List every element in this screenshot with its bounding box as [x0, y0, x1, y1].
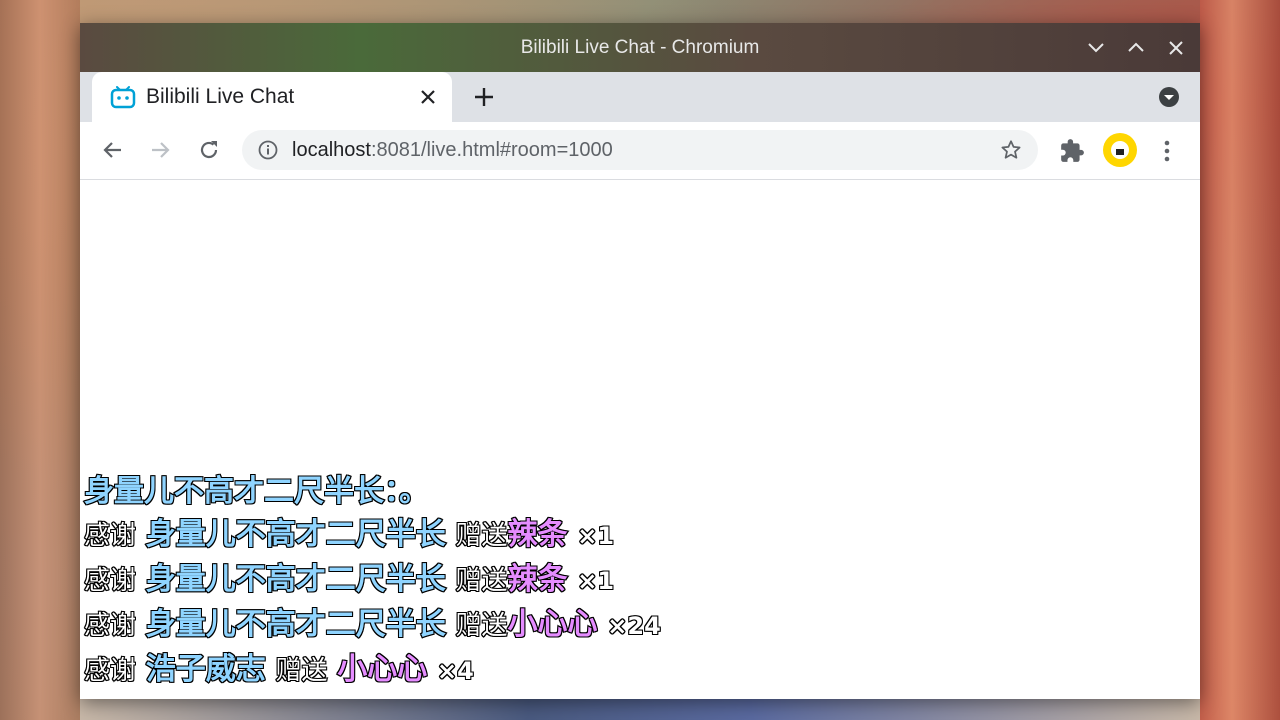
gift-count: ×1 [576, 521, 615, 551]
gift-username: 浩子威志 [145, 651, 267, 688]
new-tab-plus-icon[interactable] [472, 85, 496, 109]
close-icon [1169, 40, 1183, 55]
gift-username: 身量儿不高才二尺半长 [145, 606, 447, 643]
live-chat-feed: 身量儿不高才二尺半长：。 感谢 身量儿不高才二尺半长 赠送辣条 ×1 感谢 身量… [83, 470, 662, 693]
back-button[interactable] [99, 136, 127, 164]
desktop-wallpaper-bottom [80, 698, 1200, 720]
gift-thanks: 感谢 [83, 655, 137, 687]
browser-toolbar: localhost:8081/live.html#room=1000 [80, 122, 1200, 180]
browser-window: Bilibili Live Chat - Chromium Bilibili L… [80, 23, 1200, 699]
close-window-button[interactable] [1156, 23, 1196, 72]
gift-count: ×1 [576, 566, 615, 596]
gift-verb: 赠送 [275, 655, 329, 687]
kebab-menu-icon[interactable] [1156, 138, 1178, 164]
reload-icon [200, 141, 218, 159]
minimize-button[interactable] [1076, 23, 1116, 72]
gift-name: 小心心 [336, 651, 428, 688]
gift-line: 感谢 身量儿不高才二尺半长 赠送辣条 ×1 [83, 513, 661, 558]
page-content: 身量儿不高才二尺半长：。 感谢 身量儿不高才二尺半长 赠送辣条 ×1 感谢 身量… [80, 180, 1200, 699]
gift-name: 辣条 [507, 516, 569, 553]
site-info-icon[interactable] [258, 140, 278, 160]
gift-count: ×24 [606, 611, 661, 641]
desktop-wallpaper-right [1200, 0, 1280, 720]
url-text[interactable]: localhost:8081/live.html#room=1000 [292, 130, 613, 170]
gift-name: 小心心 [507, 606, 599, 643]
close-tab-icon[interactable] [418, 87, 438, 107]
gift-count: ×4 [436, 656, 475, 686]
desktop-wallpaper-left [0, 0, 80, 720]
url-path: :8081/live.html#room=1000 [370, 139, 613, 161]
forward-button[interactable] [146, 136, 174, 164]
chevron-up-icon [1128, 42, 1144, 52]
gift-verb: 赠送 [455, 610, 509, 642]
gift-verb: 赠送 [455, 520, 509, 552]
gift-line: 感谢 身量儿不高才二尺半长 赠送小心心 ×24 [83, 603, 662, 648]
arrow-left-icon [103, 142, 121, 158]
window-titlebar[interactable]: Bilibili Live Chat - Chromium [80, 23, 1200, 72]
gift-thanks: 感谢 [83, 565, 137, 597]
reload-button[interactable] [195, 136, 223, 164]
bookmark-star-icon[interactable] [1000, 139, 1022, 161]
chevron-down-icon [1088, 42, 1104, 52]
chat-message: 身量儿不高才二尺半长：。 [83, 473, 430, 510]
gift-username: 身量儿不高才二尺半长 [145, 561, 447, 598]
gift-name: 辣条 [507, 561, 569, 598]
address-bar[interactable]: localhost:8081/live.html#room=1000 [242, 130, 1038, 170]
gift-verb: 赠送 [455, 565, 509, 597]
maximize-button[interactable] [1116, 23, 1156, 72]
window-title: Bilibili Live Chat - Chromium [520, 37, 760, 58]
gift-line: 感谢 身量儿不高才二尺半长 赠送辣条 ×1 [83, 558, 661, 603]
arrow-right-icon [152, 142, 170, 158]
tab-bilibili-live-chat[interactable]: Bilibili Live Chat [92, 72, 452, 122]
gift-thanks: 感谢 [83, 610, 137, 642]
profile-avatar[interactable] [1103, 133, 1137, 167]
tab-search-icon[interactable] [1158, 86, 1180, 108]
gift-line: 感谢 浩子威志 赠送 小心心 ×4 [83, 648, 661, 693]
profile-avatar-icon [1111, 141, 1129, 159]
tab-label: Bilibili Live Chat [146, 85, 295, 108]
tab-strip: Bilibili Live Chat [80, 72, 1200, 122]
gift-thanks: 感谢 [83, 520, 137, 552]
gift-username: 身量儿不高才二尺半长 [145, 516, 447, 553]
bilibili-tv-icon [110, 86, 136, 109]
url-host: localhost [292, 139, 371, 161]
extensions-puzzle-icon[interactable] [1059, 138, 1085, 164]
